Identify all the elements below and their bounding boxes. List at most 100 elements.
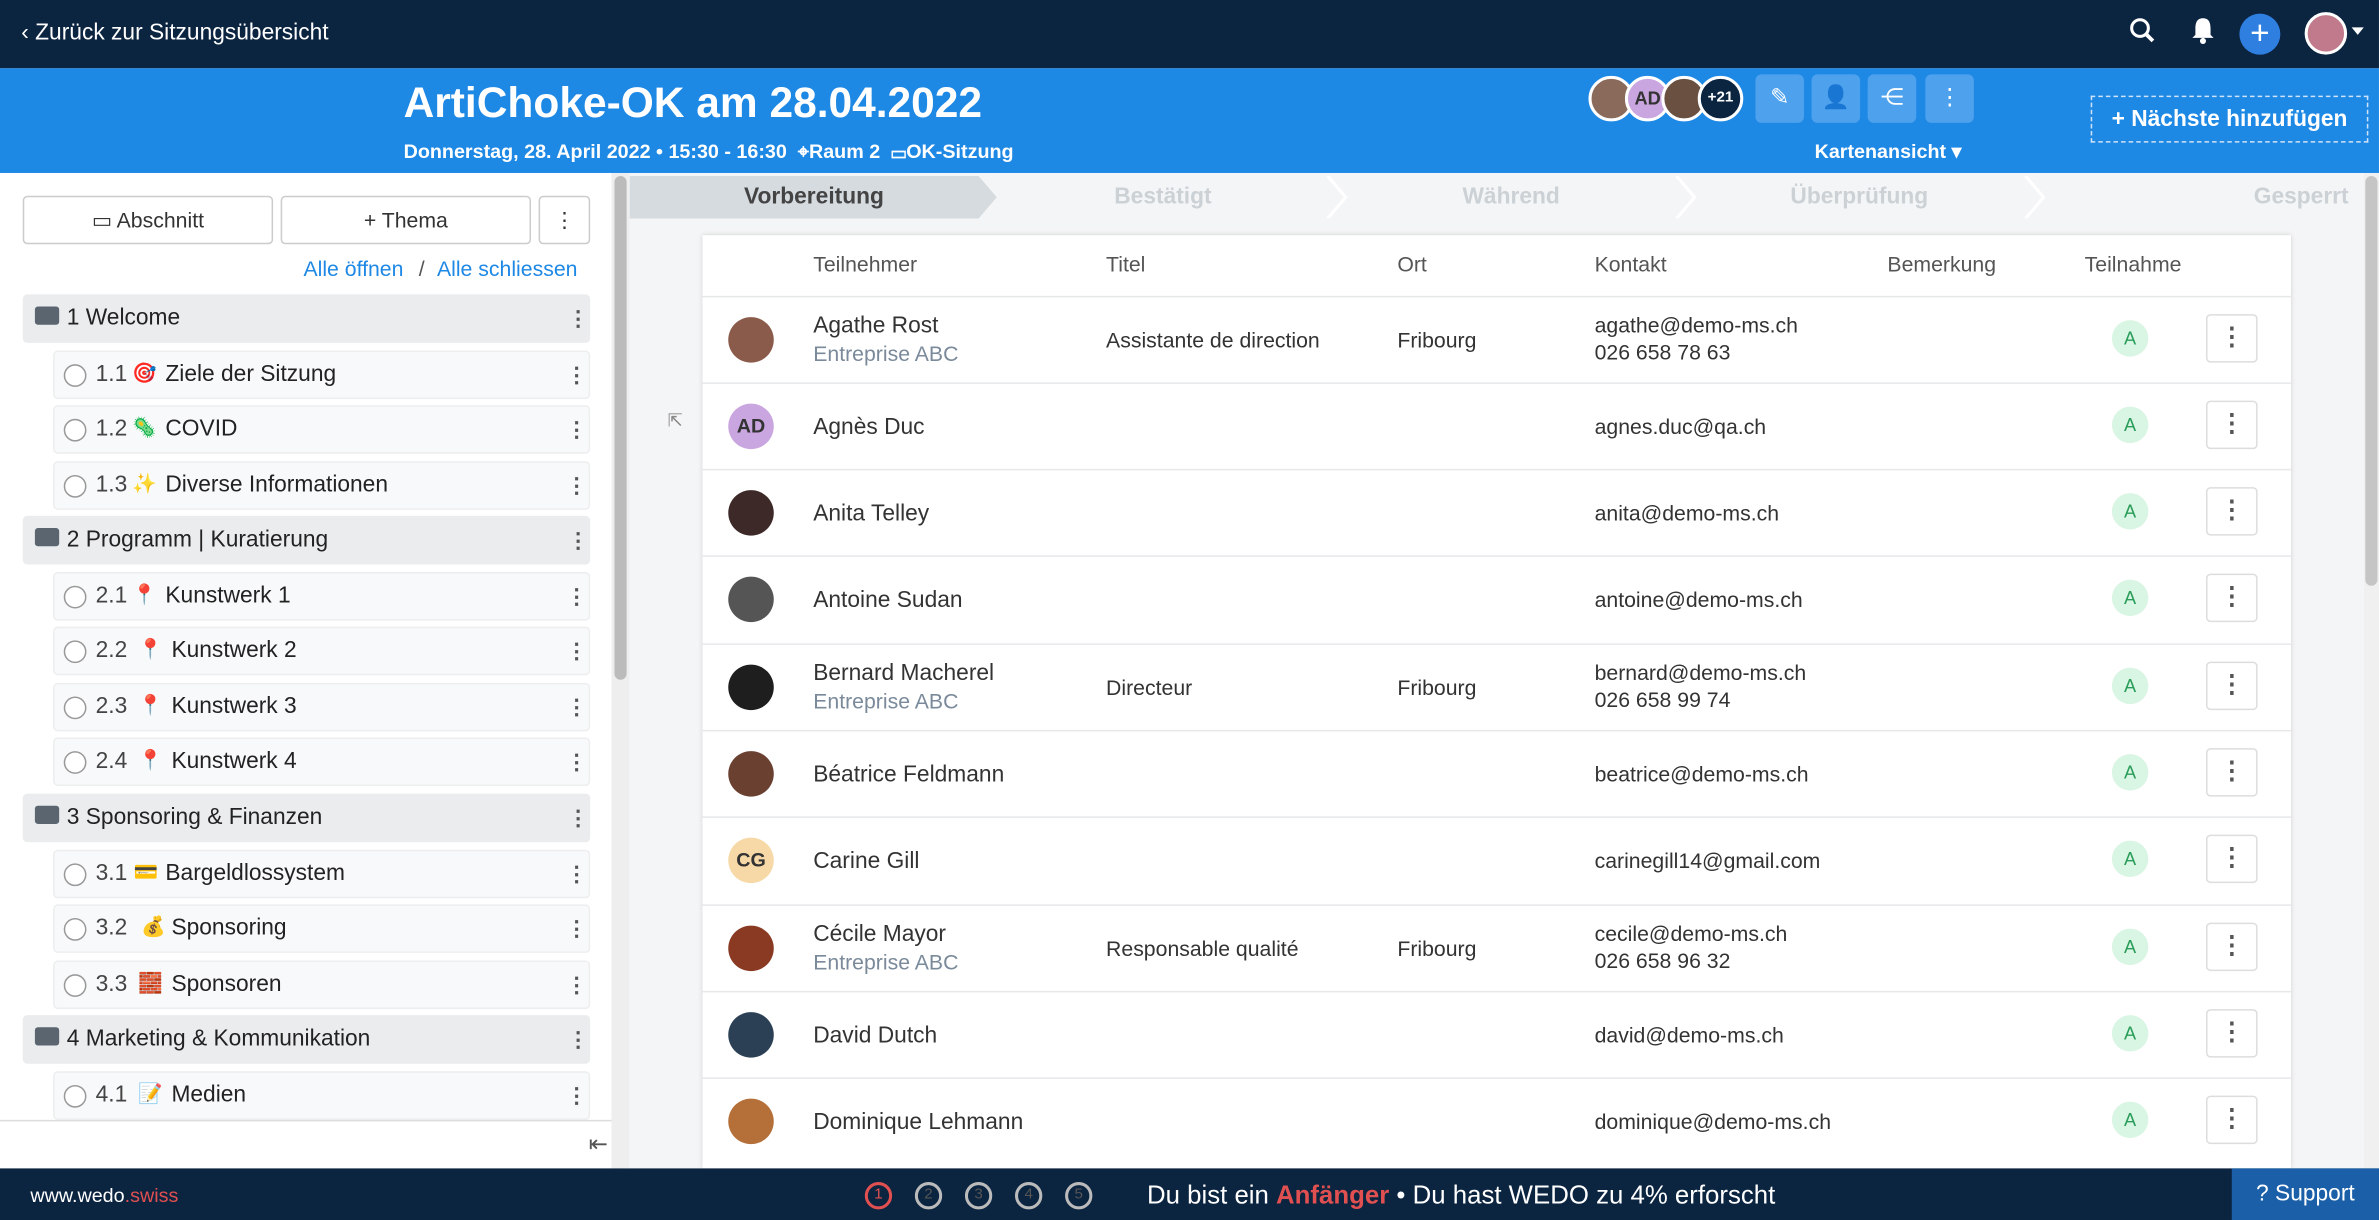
participant-name[interactable]: Agathe Rost	[813, 313, 938, 339]
participant-email[interactable]: david@demo-ms.ch	[1595, 1023, 1784, 1047]
participant-name[interactable]: Bernard Macherel	[813, 660, 994, 686]
status-radio[interactable]	[63, 364, 87, 387]
status-radio[interactable]	[63, 974, 87, 997]
attendance-badge[interactable]: A	[2111, 928, 2149, 966]
table-row[interactable]	[702, 295, 2291, 382]
section-header[interactable]: 4 Marketing & Kommunikation	[22, 1015, 591, 1064]
participant-phone[interactable]: 026 658 96 32	[1595, 948, 1731, 972]
status-radio[interactable]	[63, 696, 87, 720]
attendance-badge[interactable]: A	[2111, 493, 2149, 530]
agenda-item[interactable]: 1.2 🦠 COVID	[53, 405, 591, 454]
status-radio[interactable]	[63, 918, 87, 941]
agenda-item[interactable]: 4.1 📝 Medien	[53, 1071, 591, 1120]
participant-email[interactable]: carinegill14@gmail.com	[1595, 848, 1821, 872]
item-menu-icon[interactable]: ⋮	[566, 475, 587, 496]
participant-avatar[interactable]	[728, 664, 774, 711]
add-section-button[interactable]: ▭ Abschnitt	[22, 195, 274, 245]
edit-icon[interactable]: ✎	[1755, 74, 1804, 123]
table-row[interactable]	[702, 904, 2291, 990]
participant-avatar[interactable]	[728, 1012, 774, 1058]
agenda-item[interactable]: 3.2 💰 Sponsoring	[53, 904, 591, 953]
participant-email[interactable]: bernard@demo-ms.ch	[1595, 660, 1807, 684]
participant-email[interactable]: dominique@demo-ms.ch	[1595, 1109, 1831, 1133]
step-confirmed[interactable]: Bestätigt	[998, 176, 1327, 218]
item-menu-icon[interactable]: ⋮	[566, 696, 587, 717]
agenda-item[interactable]: 2.3 📍 Kunstwerk 3	[53, 682, 591, 732]
row-menu-button[interactable]: ⋮	[2206, 487, 2258, 536]
attendance-badge[interactable]: A	[2111, 1015, 2149, 1052]
add-next-meeting-button[interactable]: + Nächste hinzufügen	[2090, 95, 2369, 143]
item-menu-icon[interactable]: ⋮	[566, 364, 587, 385]
agenda-item[interactable]: 2.2 📍 Kunstwerk 2	[53, 626, 591, 676]
section-menu-icon[interactable]: ⋮	[567, 308, 588, 329]
close-all-link[interactable]: Alle schliessen	[437, 256, 578, 280]
row-menu-button[interactable]: ⋮	[2206, 1009, 2258, 1058]
participant-avatar[interactable]: CG	[728, 837, 774, 884]
item-menu-icon[interactable]: ⋮	[566, 918, 587, 939]
participant-avatar[interactable]	[728, 576, 774, 623]
status-radio[interactable]	[63, 418, 87, 442]
section-menu-icon[interactable]: ⋮	[567, 1029, 588, 1050]
row-menu-button[interactable]: ⋮	[2206, 1095, 2258, 1145]
section-menu-icon[interactable]: ⋮	[567, 530, 588, 551]
item-menu-icon[interactable]: ⋮	[566, 863, 587, 884]
search-icon[interactable]	[2126, 17, 2159, 50]
row-menu-button[interactable]: ⋮	[2206, 748, 2258, 797]
table-row[interactable]	[702, 382, 2291, 468]
attendance-badge[interactable]: A	[2111, 667, 2149, 705]
step-review[interactable]: Überprüfung	[1695, 176, 2024, 218]
brand-link[interactable]: www.wedo.swiss	[30, 1184, 178, 1207]
participant-name[interactable]: Dominique Lehmann	[813, 1109, 1023, 1135]
participant-phone[interactable]: 026 658 99 74	[1595, 687, 1731, 711]
participant-name[interactable]: Cécile Mayor	[813, 921, 946, 947]
participant-name[interactable]: Béatrice Feldmann	[813, 762, 1004, 788]
step-preparation[interactable]: Vorbereitung	[630, 176, 999, 218]
section-menu-icon[interactable]: ⋮	[567, 807, 588, 828]
participant-avatar[interactable]	[728, 751, 774, 797]
participant-name[interactable]: Agnès Duc	[813, 414, 924, 440]
participant-email[interactable]: antoine@demo-ms.ch	[1595, 587, 1803, 611]
status-radio[interactable]	[63, 474, 87, 498]
participant-name[interactable]: David Dutch	[813, 1023, 937, 1049]
status-radio[interactable]	[63, 640, 87, 664]
step-locked[interactable]: Gesperrt	[2045, 176, 2364, 218]
item-menu-icon[interactable]: ⋮	[566, 751, 587, 772]
participant-avatar[interactable]	[728, 317, 774, 363]
participant-name[interactable]: Antoine Sudan	[813, 587, 962, 613]
status-radio[interactable]	[63, 1084, 87, 1108]
back-link[interactable]: ‹ Zurück zur Sitzungsübersicht	[21, 20, 328, 46]
section-header[interactable]: 3 Sponsoring & Finanzen	[22, 793, 591, 843]
step-during[interactable]: Während	[1343, 176, 1680, 218]
more-icon[interactable]: ⋮	[1925, 74, 1974, 123]
agenda-item[interactable]: 3.1 💳 Bargeldlossystem	[53, 849, 591, 899]
row-menu-button[interactable]: ⋮	[2206, 573, 2258, 623]
item-menu-icon[interactable]: ⋮	[566, 586, 587, 607]
attendance-badge[interactable]: A	[2111, 840, 2149, 878]
participant-email[interactable]: anita@demo-ms.ch	[1595, 501, 1779, 525]
user-avatar[interactable]	[2304, 12, 2348, 55]
table-row[interactable]	[702, 643, 2291, 729]
attendance-badge[interactable]: A	[2111, 1101, 2149, 1139]
table-row[interactable]	[702, 816, 2291, 902]
attendance-badge[interactable]: A	[2111, 320, 2149, 357]
participant-email[interactable]: beatrice@demo-ms.ch	[1595, 762, 1809, 786]
row-menu-button[interactable]: ⋮	[2206, 661, 2258, 711]
attendance-badge[interactable]: A	[2111, 754, 2149, 791]
add-topic-button[interactable]: + Thema	[280, 195, 532, 245]
participant-name[interactable]: Carine Gill	[813, 848, 919, 874]
bell-icon[interactable]	[2186, 17, 2219, 50]
status-radio[interactable]	[63, 585, 87, 609]
sidebar-scroll-thumb[interactable]	[614, 176, 627, 680]
row-menu-button[interactable]: ⋮	[2206, 314, 2258, 363]
status-radio[interactable]	[63, 751, 87, 774]
participant-email[interactable]: cecile@demo-ms.ch	[1595, 921, 1788, 945]
attendance-badge[interactable]: A	[2111, 406, 2149, 444]
participant-email[interactable]: agnes.duc@qa.ch	[1595, 414, 1767, 438]
table-row[interactable]	[702, 990, 2291, 1077]
open-all-link[interactable]: Alle öffnen	[303, 256, 403, 280]
agenda-item[interactable]: 1.3 ✨ Diverse Informationen	[53, 461, 591, 510]
row-menu-button[interactable]: ⋮	[2206, 922, 2258, 972]
more-participants-badge[interactable]: +21	[1697, 75, 1744, 122]
add-icon[interactable]: +	[2239, 13, 2281, 55]
participant-name[interactable]: Anita Telley	[813, 501, 929, 527]
